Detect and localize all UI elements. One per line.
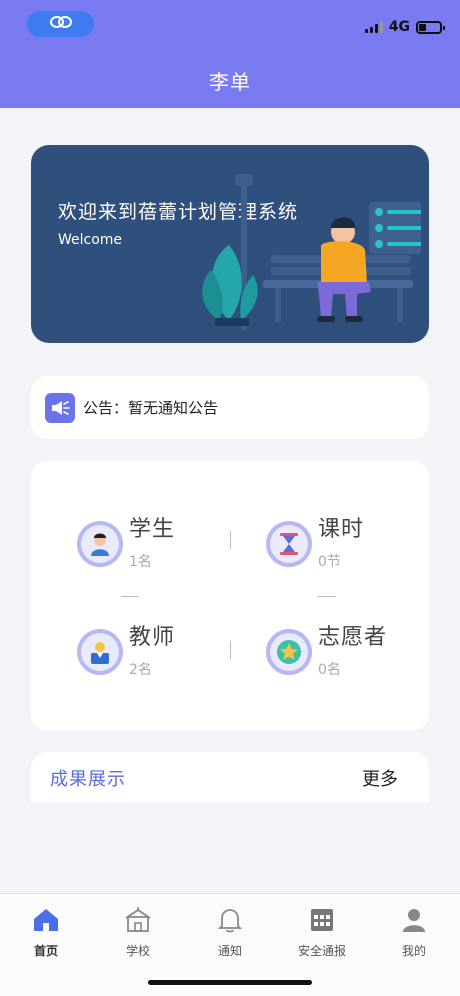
- grid-calendar-icon: [308, 906, 336, 934]
- megaphone-icon: [45, 392, 75, 423]
- user-icon: [400, 906, 428, 934]
- notice-text: 暂无通知公告: [128, 399, 219, 417]
- banner-illustration: [202, 174, 421, 330]
- stat-label: 课时: [318, 517, 365, 542]
- tab-label: 通知: [217, 944, 242, 958]
- achievements-section: 成果展示 更多: [31, 752, 429, 802]
- home-icon: [32, 906, 60, 934]
- stat-label: 志愿者: [318, 625, 388, 650]
- divider: [121, 596, 139, 597]
- banner-subtitle: Welcome: [58, 232, 123, 248]
- header: 4G 李单: [0, 0, 460, 108]
- student-icon: [77, 521, 123, 567]
- tab-label: 安全通报: [297, 944, 346, 958]
- tab-label: 我的: [401, 944, 426, 958]
- stat-students[interactable]: 学生 1名: [77, 511, 175, 571]
- stat-label: 学生: [129, 517, 176, 542]
- status-indicators: 4G: [364, 19, 445, 35]
- teacher-icon: [77, 629, 123, 675]
- tab-safety-report[interactable]: 安全通报: [276, 906, 368, 959]
- tab-label: 首页: [33, 944, 58, 958]
- star-icon: [266, 629, 312, 675]
- screen-share-pill[interactable]: [27, 11, 94, 37]
- home-indicator: [148, 980, 312, 985]
- divider: [230, 531, 231, 549]
- stat-value: 1名: [129, 554, 152, 570]
- stat-label: 教师: [129, 625, 176, 650]
- bell-icon: [216, 906, 244, 934]
- divider: [318, 596, 336, 597]
- stat-value: 2名: [129, 662, 152, 678]
- stat-teachers[interactable]: 教师 2名: [77, 619, 175, 679]
- battery-icon: [416, 20, 445, 34]
- signal-icon: [364, 21, 383, 33]
- more-link[interactable]: 更多: [362, 765, 398, 791]
- tab-home[interactable]: 首页: [0, 906, 92, 959]
- hourglass-icon: [266, 521, 312, 567]
- tab-label: 学校: [125, 944, 150, 958]
- stat-value: 0节: [318, 554, 341, 570]
- notice-label: 公告：: [83, 399, 129, 417]
- link-icon: [48, 14, 74, 34]
- tab-school[interactable]: 学校: [92, 906, 184, 959]
- notice-bar[interactable]: 公告： 暂无通知公告: [31, 376, 429, 439]
- tab-notifications[interactable]: 通知: [184, 906, 276, 959]
- tab-profile[interactable]: 我的: [368, 906, 460, 959]
- stat-lessons[interactable]: 课时 0节: [266, 511, 364, 571]
- stat-value: 0名: [318, 662, 341, 678]
- network-type: 4G: [388, 19, 410, 35]
- page-title: 李单: [209, 70, 251, 94]
- school-icon: [124, 906, 152, 934]
- divider: [230, 641, 231, 659]
- welcome-banner[interactable]: 欢迎来到蓓蕾计划管理系统 Welcome: [31, 145, 429, 343]
- achievements-title: 成果展示: [50, 769, 126, 790]
- stats-card: 学生 1名 课时 0节 教师 2名 志愿者 0名: [31, 461, 429, 730]
- stat-volunteers[interactable]: 志愿者 0名: [266, 619, 387, 679]
